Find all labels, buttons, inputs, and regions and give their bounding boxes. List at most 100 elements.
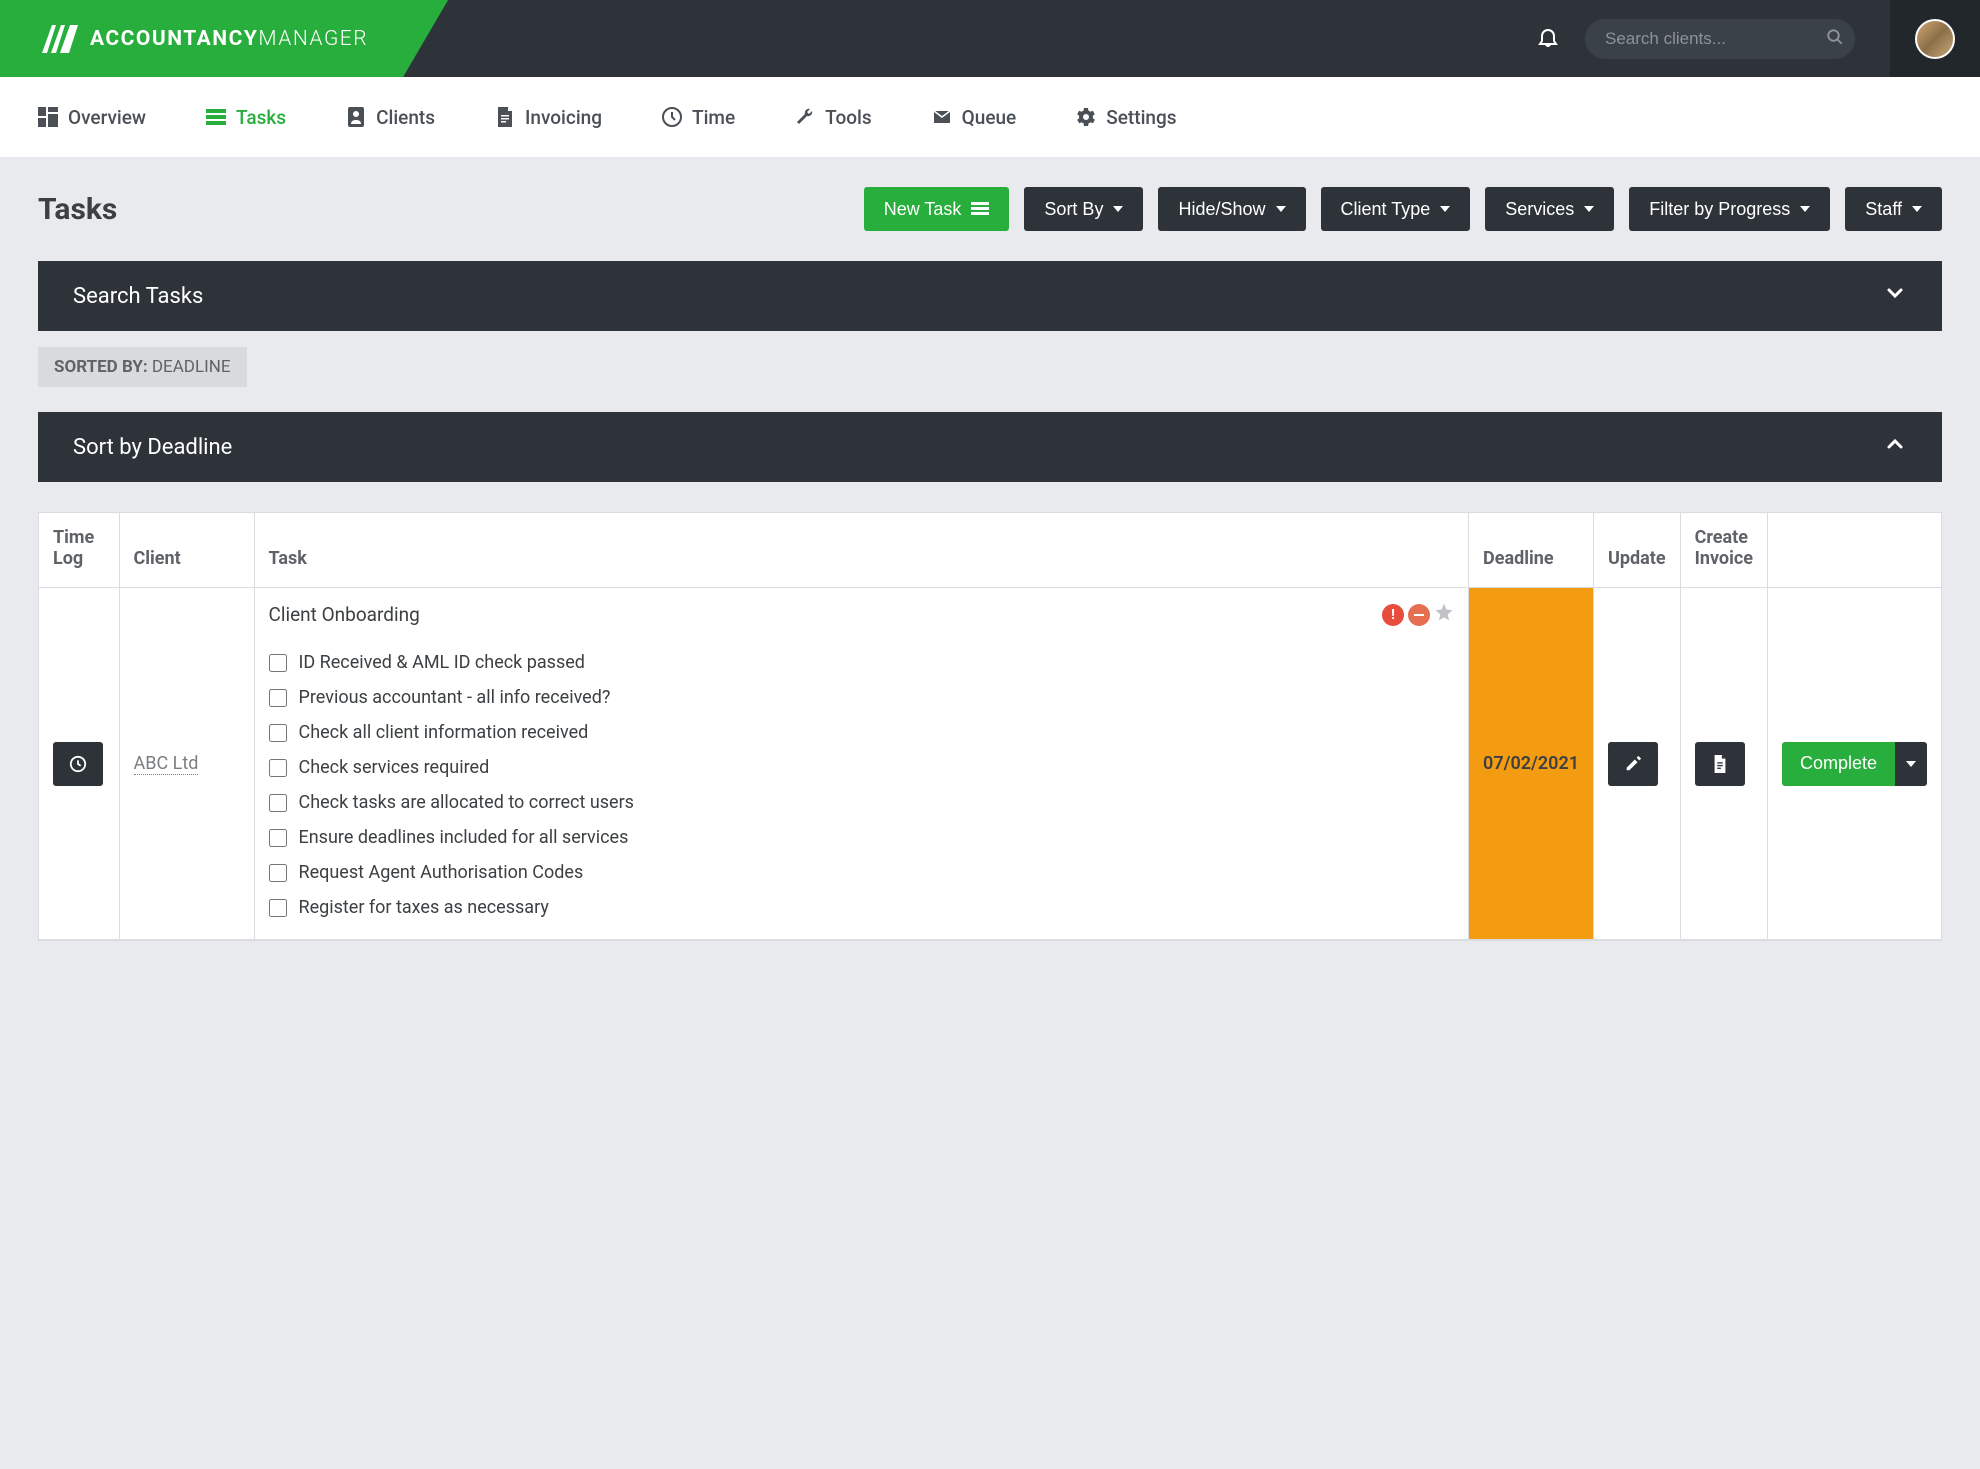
panel-title: Sort by Deadline [73, 435, 232, 460]
app-header: ACCOUNTANCYMANAGER [0, 0, 1980, 77]
checklist-label: Check services required [299, 757, 490, 778]
main-content: Tasks New Task Sort By Hide/Show Client … [0, 157, 1980, 971]
bell-icon[interactable] [1536, 25, 1560, 53]
nav-invoicing[interactable]: Invoicing [495, 106, 602, 129]
checklist-checkbox[interactable] [269, 724, 287, 742]
checklist-checkbox[interactable] [269, 864, 287, 882]
th-invoice: Create Invoice [1680, 513, 1767, 588]
search-input[interactable] [1605, 29, 1826, 49]
th-timelog: Time Log [39, 513, 119, 588]
nav-tasks[interactable]: Tasks [206, 106, 286, 129]
nav-label: Tools [825, 106, 871, 129]
complete-dropdown-button[interactable] [1895, 742, 1927, 786]
checklist-item: Check services required [269, 750, 1455, 785]
chevron-down-icon [1883, 281, 1907, 311]
page-title: Tasks [38, 192, 117, 227]
sorted-by-value: DEADLINE [148, 357, 231, 377]
button-label: Filter by Progress [1649, 199, 1790, 220]
nav-clients[interactable]: Clients [346, 106, 435, 129]
task-title: Client Onboarding [269, 603, 420, 626]
sort-by-button[interactable]: Sort By [1024, 187, 1143, 231]
checklist-item: Request Agent Authorisation Codes [269, 855, 1455, 890]
task-status-icons: ! [1382, 602, 1454, 627]
search-tasks-panel[interactable]: Search Tasks [38, 261, 1942, 331]
search-icon[interactable] [1826, 28, 1844, 50]
checklist-item: Check all client information received [269, 715, 1455, 750]
sorted-by-badge: SORTED BY: DEADLINE [38, 347, 247, 387]
checklist-label: Previous accountant - all info received? [299, 687, 611, 708]
checklist-item: Ensure deadlines included for all servic… [269, 820, 1455, 855]
nav-label: Clients [376, 106, 435, 129]
checklist-label: Check tasks are allocated to correct use… [299, 792, 634, 813]
nav-settings[interactable]: Settings [1076, 106, 1176, 129]
caret-down-icon [1800, 206, 1810, 212]
staff-button[interactable]: Staff [1845, 187, 1942, 231]
nav-label: Queue [962, 106, 1017, 129]
minus-icon[interactable] [1408, 604, 1430, 626]
checklist-checkbox[interactable] [269, 689, 287, 707]
logo-bold: ACCOUNTANCY [90, 27, 258, 51]
timelog-button[interactable] [53, 742, 103, 786]
nav-label: Settings [1106, 106, 1176, 129]
nav-label: Invoicing [525, 106, 602, 129]
filter-progress-button[interactable]: Filter by Progress [1629, 187, 1830, 231]
sorted-by-label: SORTED BY: [54, 357, 148, 377]
nav-label: Overview [68, 106, 146, 129]
th-client: Client [119, 513, 254, 588]
checklist-checkbox[interactable] [269, 759, 287, 777]
update-button[interactable] [1608, 742, 1658, 786]
avatar [1915, 19, 1955, 59]
complete-button[interactable]: Complete [1782, 742, 1895, 786]
checklist-label: Register for taxes as necessary [299, 897, 549, 918]
nav-queue[interactable]: Queue [932, 106, 1017, 129]
tasks-table: Time Log Client Task Deadline Update Cre… [38, 512, 1942, 941]
create-invoice-button[interactable] [1695, 742, 1745, 786]
caret-down-icon [1912, 206, 1922, 212]
logo-area: ACCOUNTANCYMANAGER [0, 0, 448, 77]
main-nav: Overview Tasks Clients Invoicing Time To… [0, 77, 1980, 157]
checklist-checkbox[interactable] [269, 829, 287, 847]
task-checklist: ID Received & AML ID check passed Previo… [269, 645, 1455, 925]
checklist-label: Check all client information received [299, 722, 589, 743]
services-button[interactable]: Services [1485, 187, 1614, 231]
client-type-button[interactable]: Client Type [1321, 187, 1471, 231]
th-action [1767, 513, 1941, 588]
th-deadline: Deadline [1469, 513, 1594, 588]
th-task: Task [254, 513, 1469, 588]
logo-icon [42, 25, 78, 53]
checklist-checkbox[interactable] [269, 794, 287, 812]
deadline-cell: 07/02/2021 [1469, 588, 1594, 940]
page-toolbar: Tasks New Task Sort By Hide/Show Client … [38, 187, 1942, 231]
table-row: ABC Ltd Client Onboarding ! [39, 588, 1941, 940]
nav-overview[interactable]: Overview [38, 106, 146, 129]
client-link[interactable]: ABC Ltd [134, 753, 199, 775]
nav-tools[interactable]: Tools [795, 106, 871, 129]
complete-button-group: Complete [1782, 742, 1927, 786]
checklist-checkbox[interactable] [269, 654, 287, 672]
checklist-checkbox[interactable] [269, 899, 287, 917]
search-box [1585, 19, 1855, 59]
checklist-item: ID Received & AML ID check passed [269, 645, 1455, 680]
checklist-item: Check tasks are allocated to correct use… [269, 785, 1455, 820]
header-right [1536, 0, 1980, 77]
new-task-button[interactable]: New Task [864, 187, 1010, 231]
hide-show-button[interactable]: Hide/Show [1158, 187, 1305, 231]
table-header-row: Time Log Client Task Deadline Update Cre… [39, 513, 1941, 588]
th-update: Update [1594, 513, 1681, 588]
checklist-label: Ensure deadlines included for all servic… [299, 827, 629, 848]
panel-title: Search Tasks [73, 284, 203, 309]
chevron-up-icon [1883, 432, 1907, 462]
button-label: Staff [1865, 199, 1902, 220]
nav-time[interactable]: Time [662, 106, 735, 129]
caret-down-icon [1440, 206, 1450, 212]
checklist-label: ID Received & AML ID check passed [299, 652, 585, 673]
sort-deadline-panel[interactable]: Sort by Deadline [38, 412, 1942, 482]
avatar-area[interactable] [1890, 0, 1980, 77]
star-icon[interactable] [1434, 602, 1454, 627]
checklist-item: Register for taxes as necessary [269, 890, 1455, 925]
nav-label: Time [692, 106, 735, 129]
button-label: New Task [884, 199, 962, 220]
alert-icon[interactable]: ! [1382, 604, 1404, 626]
logo-light: MANAGER [258, 27, 368, 51]
button-label: Services [1505, 199, 1574, 220]
